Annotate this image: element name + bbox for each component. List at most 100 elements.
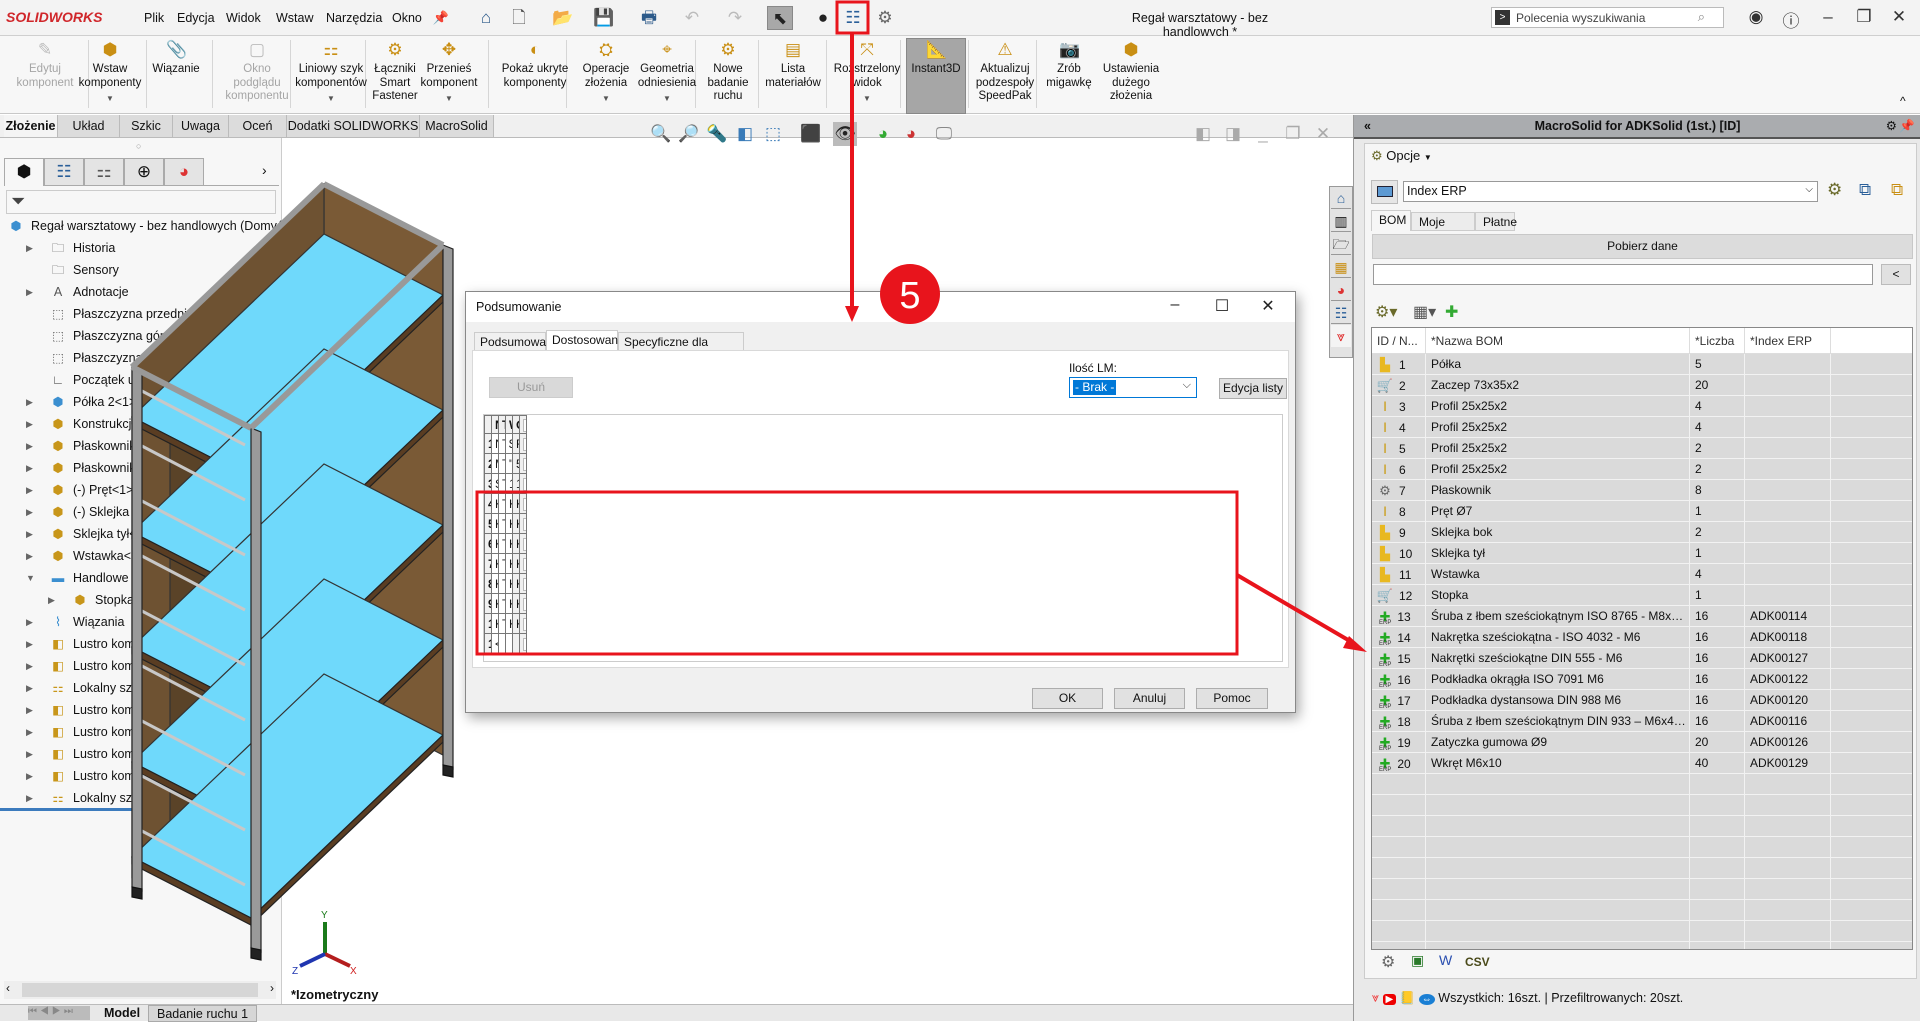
macrosolid-tab-0[interactable]: BOM xyxy=(1371,210,1411,231)
property-name-cell[interactable]: Szt. xyxy=(491,473,499,494)
view-palette-icon[interactable]: ▦ xyxy=(1331,256,1351,278)
hide-show-items-icon[interactable]: 👁 xyxy=(833,122,857,146)
property-type-cell[interactable]: Tekst xyxy=(498,473,506,494)
property-type-cell[interactable]: Tekst xyxy=(498,453,506,474)
file-properties-icon[interactable]: ☷ xyxy=(840,6,866,30)
previous-view-icon[interactable]: 🔦 xyxy=(705,122,729,146)
row-number[interactable]: 4 xyxy=(484,493,492,514)
row-checkbox[interactable] xyxy=(523,537,526,551)
property-name-cell[interactable]: <Wpisz nową właściwo xyxy=(491,633,499,654)
ribbon-button-camera[interactable]: 📷 Zrób migawkę xyxy=(1040,40,1098,90)
dialog-close-button[interactable]: ✕ xyxy=(1253,296,1283,316)
monitor-button[interactable] xyxy=(1371,180,1398,204)
property-row[interactable]: 7KOMPONENT-3TekstKOMPONENT;ADK00122;Podk… xyxy=(484,553,527,574)
word-export-icon[interactable]: W xyxy=(1439,952,1452,968)
delete-button[interactable]: Usuń xyxy=(489,377,573,398)
dropdown-arrow-icon[interactable]: ▼ xyxy=(578,92,634,106)
property-name-cell[interactable]: KOMPONENT-0 xyxy=(491,493,499,514)
row-number[interactable]: 2 xyxy=(484,453,492,474)
display-style-icon[interactable]: ⬛ xyxy=(799,122,823,146)
ok-button[interactable]: OK xyxy=(1032,688,1103,709)
bom-row[interactable]: Ⅰ 6 Profil 25x25x2 2 xyxy=(1372,459,1912,480)
viewport-prev-icon[interactable]: ◧ xyxy=(1191,122,1215,146)
row-number[interactable]: 11 xyxy=(484,633,492,654)
bom-column-header[interactable]: *Index ERP xyxy=(1745,328,1831,353)
redo-icon[interactable]: ↷ xyxy=(722,6,748,30)
viewport-restore-icon[interactable]: ❐ xyxy=(1281,122,1305,146)
panel-pin-icon[interactable]: 📌 xyxy=(1899,115,1915,138)
property-row[interactable]: 8KOMPONENT-4TekstKOMPONENT;ADK00120;Podk… xyxy=(484,573,527,594)
design-library-icon[interactable]: ▥ xyxy=(1331,210,1351,232)
select-cursor-icon[interactable]: ⬉ xyxy=(767,6,793,30)
save-icon[interactable]: 💾 xyxy=(591,6,617,30)
property-row[interactable]: 1NazwaTekst$PRP:"SW-Nazwa pliku"Regał wa… xyxy=(484,433,527,454)
row-number[interactable]: 5 xyxy=(484,513,492,534)
bom-row[interactable]: ✚ERP 14 Nakrętka sześciokątna - ISO 4032 -… xyxy=(1372,627,1912,648)
section-view-icon[interactable]: ◧ xyxy=(733,122,757,146)
property-value-cell[interactable]: KOMPONENT;ADK00127;Nakrętki sześciokątne… xyxy=(505,533,513,554)
settings-gear-icon[interactable]: ⚙ xyxy=(1827,180,1842,200)
corner-cell[interactable] xyxy=(484,415,492,434)
property-name-cell[interactable]: Masa xyxy=(491,453,499,474)
property-row[interactable]: 5KOMPONENT-1TekstKOMPONENT;ADK00118;Nakr… xyxy=(484,513,527,534)
row-checkbox[interactable] xyxy=(523,437,526,451)
manual-book-icon[interactable]: 📒 xyxy=(1400,991,1416,1005)
help-icon[interactable]: ⓘ xyxy=(1779,7,1803,32)
options-gear-icon[interactable]: ⚙ xyxy=(872,6,898,30)
row-number[interactable]: 3 xyxy=(484,473,492,494)
row-checkbox[interactable] xyxy=(523,557,526,571)
zoom-to-area-icon[interactable]: 🔎 xyxy=(677,122,701,146)
property-value-cell[interactable]: KOMPONENT;ADK00116;Śruba z łbem sześciok… xyxy=(505,593,513,614)
restore-button[interactable]: ❐ xyxy=(1852,7,1876,27)
dropdown-arrow-icon[interactable]: ▼ xyxy=(832,92,902,106)
export-settings-gear-icon[interactable]: ⚙ xyxy=(1381,952,1395,972)
property-type-cell[interactable] xyxy=(498,633,506,654)
row-checkbox[interactable] xyxy=(523,517,526,531)
property-name-cell[interactable]: KOMPONENT-1 xyxy=(491,513,499,534)
property-type-cell[interactable]: Tekst xyxy=(498,613,506,634)
row-number[interactable]: 9 xyxy=(484,593,492,614)
bom-row[interactable]: Ⅰ 4 Profil 25x25x2 4 xyxy=(1372,417,1912,438)
property-value-cell[interactable]: KOMPONENT;ADK00120;Podkładka dystansowa … xyxy=(505,573,513,594)
edit-list-button[interactable]: Edycja listy xyxy=(1219,378,1287,399)
viewport-minimize-icon[interactable]: _ xyxy=(1251,122,1275,146)
excel-export-icon[interactable]: ▣ xyxy=(1411,952,1424,969)
close-button[interactable]: ✕ xyxy=(1887,7,1911,27)
ribbon-button-exploded-view[interactable]: ⤧ Rozstrzelony widok ▼ xyxy=(832,40,902,106)
undo-icon[interactable]: ↶ xyxy=(679,6,705,30)
bom-column-header[interactable]: *Nazwa BOM xyxy=(1426,328,1690,353)
appearances-icon[interactable]: ◕ xyxy=(1331,279,1351,301)
tab-model[interactable]: Model xyxy=(96,1005,148,1022)
macrosolid-tab-1[interactable]: Moje makra xyxy=(1411,212,1475,247)
print-icon[interactable]: 🖶 xyxy=(636,6,662,30)
bom-row[interactable]: ✚ERP 17 Podkładka dystansowa DIN 988 M6 16 A… xyxy=(1372,690,1912,711)
ribbon-button-bill-of-materials[interactable]: ▤ Lista materiałów xyxy=(765,40,821,90)
row-checkbox[interactable] xyxy=(523,497,526,511)
select-all-checkbox[interactable] xyxy=(523,418,526,432)
search-icon[interactable]: ⌕ xyxy=(1698,9,1705,25)
custom-properties-icon[interactable]: ☷ xyxy=(1331,302,1351,324)
bom-row[interactable]: ▙ 1 Półka 5 xyxy=(1372,354,1912,375)
tab-scroll-arrows[interactable]: ⏮◀▶⏭ xyxy=(28,1006,90,1020)
grid-settings-gear-icon[interactable]: ⚙▾ xyxy=(1375,302,1397,322)
dialog-tab-0[interactable]: Podsumowanie xyxy=(474,332,562,351)
column-header[interactable]: Typ xyxy=(498,415,506,434)
tab-motion-study-1[interactable]: Badanie ruchu 1 xyxy=(148,1005,258,1022)
property-row[interactable]: 6KOMPONENT-2TekstKOMPONENT;ADK00127;Nakr… xyxy=(484,533,527,554)
bom-quantity-select[interactable]: - Brak - ⌵ xyxy=(1069,377,1197,398)
bom-row[interactable]: ⚙ 7 Płaskownik 8 xyxy=(1372,480,1912,501)
bom-row[interactable]: 🛒 2 Zaczep 73x35x2 20 xyxy=(1372,375,1912,396)
zoom-to-fit-icon[interactable]: 🔍 xyxy=(649,122,673,146)
bom-column-header[interactable]: *Liczba xyxy=(1690,328,1745,353)
bom-row[interactable]: ✚ERP 20 Wkręt M6x10 40 ADK00129 xyxy=(1372,753,1912,774)
bom-row[interactable]: Ⅰ 8 Pręt Ø7 1 xyxy=(1372,501,1912,522)
table-columns-icon[interactable]: ▦▾ xyxy=(1413,302,1436,322)
file-explorer-icon[interactable]: 🗁 xyxy=(1331,233,1351,255)
property-value-cell[interactable]: $PRP:"SW-Nazwa pliku" xyxy=(505,433,513,454)
apply-scene-icon[interactable]: ◕ xyxy=(899,122,923,146)
property-value-cell[interactable]: KOMPONENT;ADK00114;Śruba z łbem sześciok… xyxy=(505,493,513,514)
task-pane-home-icon[interactable]: ⌂ xyxy=(1331,187,1351,209)
collapse-ribbon-icon[interactable]: ^ xyxy=(1900,94,1906,108)
row-checkbox[interactable] xyxy=(523,577,526,591)
property-name-cell[interactable]: Nazwa xyxy=(491,433,499,454)
